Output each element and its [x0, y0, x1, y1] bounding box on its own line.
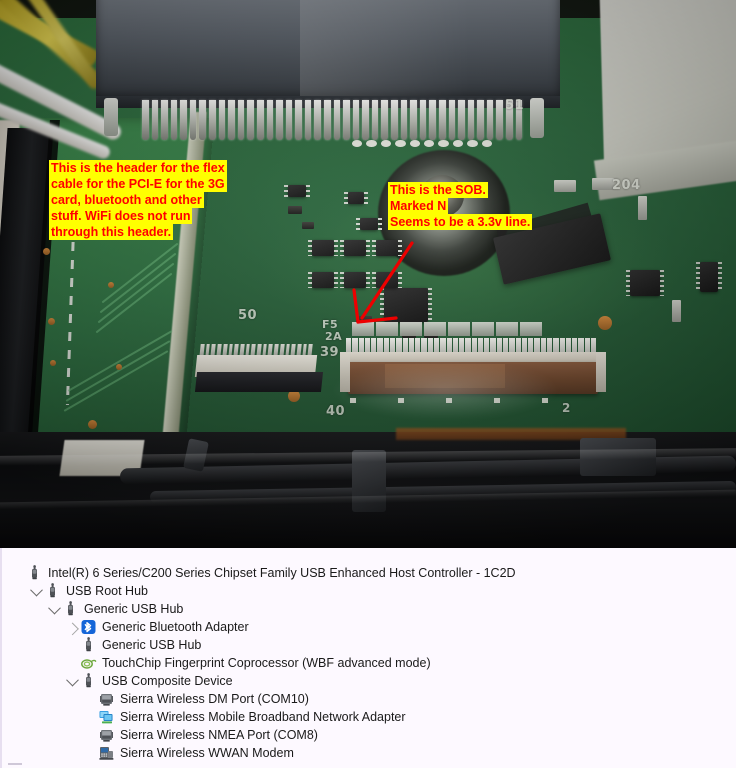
usb-composite-icon — [80, 673, 97, 689]
device-tree-label: TouchChip Fingerprint Coprocessor (WBF a… — [102, 656, 431, 670]
ffc-connector-left-latch — [194, 372, 324, 392]
tree-expander-empty — [82, 709, 98, 725]
device-tree-label: Generic Bluetooth Adapter — [102, 620, 249, 634]
connector-highlight — [300, 0, 470, 98]
pcb-via — [116, 364, 122, 370]
connector-hook — [530, 98, 544, 138]
transistor-chip — [344, 192, 368, 204]
annotation-line: cable for the PCI-E for the 3G — [49, 176, 227, 192]
device-tree-label: Sierra Wireless DM Port (COM10) — [120, 692, 309, 706]
tree-expander-empty — [10, 565, 26, 581]
device-tree-row[interactable]: Sierra Wireless Mobile Broadband Network… — [2, 708, 736, 726]
usb-hub-icon — [44, 583, 61, 599]
connector-hook — [104, 98, 118, 136]
modem-icon — [98, 745, 115, 761]
smd-capacitor — [592, 178, 614, 190]
device-tree-row[interactable]: USB Composite Device — [2, 672, 736, 690]
device-tree-label: USB Composite Device — [102, 674, 233, 688]
device-tree-row[interactable]: Generic USB Hub — [2, 636, 736, 654]
device-tree-label: Generic USB Hub — [102, 638, 202, 652]
silkscreen-label: 39 — [320, 345, 340, 360]
tree-expander-empty — [82, 691, 98, 707]
smd-resistor — [302, 222, 314, 229]
annotation-line: through this header. — [49, 224, 174, 240]
smd-part — [672, 300, 681, 322]
pcb-via-large — [598, 316, 612, 330]
com-port-icon — [98, 691, 115, 707]
device-tree-row[interactable]: USB Root Hub — [2, 582, 736, 600]
smd-part — [638, 196, 647, 220]
usb-hub-icon — [62, 601, 79, 617]
motherboard-photo: 51 50 204 F5 2A 39 40 2 This is the header for … — [0, 0, 736, 548]
device-tree-label: Generic USB Hub — [84, 602, 184, 616]
fingerprint-icon — [80, 655, 97, 671]
ffc-connector-end — [596, 352, 606, 392]
smd-resistor — [288, 206, 302, 214]
pcb-via — [108, 282, 114, 288]
device-tree-label: Sierra Wireless WWAN Modem — [120, 746, 294, 760]
transistor-chip — [356, 218, 382, 230]
chevron-down-icon[interactable] — [46, 601, 62, 617]
tree-expander-empty — [64, 655, 80, 671]
chevron-down-icon[interactable] — [64, 673, 80, 689]
silkscreen-label: 204 — [612, 178, 641, 193]
tree-expander-empty — [82, 727, 98, 743]
annotation-flex-header: This is the header for the flex cable for… — [49, 160, 227, 240]
annotation-line: card, bluetooth and other — [49, 192, 204, 208]
silkscreen-label: 50 — [238, 308, 258, 323]
device-tree-label: Intel(R) 6 Series/C200 Series Chipset Fa… — [48, 566, 516, 580]
transistor-chip — [284, 185, 310, 197]
tree-expander-empty — [82, 745, 98, 761]
device-tree-label: Sierra Wireless Mobile Broadband Network… — [120, 710, 406, 724]
silkscreen-label: 51 — [505, 98, 525, 113]
bluetooth-icon — [80, 619, 97, 635]
usb-controller-icon — [26, 565, 43, 581]
device-tree-row[interactable]: Generic USB Hub — [2, 600, 736, 618]
com-port-icon — [98, 727, 115, 743]
tree-expander-empty — [64, 637, 80, 653]
device-tree-row[interactable]: Sierra Wireless WWAN Modem — [2, 744, 736, 762]
annotation-line: stuff. WiFi does not run — [49, 208, 193, 224]
silkscreen-label: 2 — [562, 401, 571, 415]
chevron-right-icon[interactable] — [64, 619, 80, 635]
device-tree-row[interactable]: Sierra Wireless NMEA Port (COM8) — [2, 726, 736, 744]
device-tree[interactable]: Intel(R) 6 Series/C200 Series Chipset Fa… — [2, 548, 736, 762]
network-adapter-icon — [98, 709, 115, 725]
device-tree-row[interactable]: Generic Bluetooth Adapter — [2, 618, 736, 636]
device-manager-panel: Intel(R) 6 Series/C200 Series Chipset Fa… — [0, 548, 736, 768]
device-tree-row[interactable]: TouchChip Fingerprint Coprocessor (WBF a… — [2, 654, 736, 672]
annotation-line: Seems to be a 3.3v line. — [388, 214, 533, 230]
device-tree-row[interactable]: Intel(R) 6 Series/C200 Series Chipset Fa… — [2, 564, 736, 582]
solder-pad-row — [352, 140, 493, 147]
screenshot-root: 51 50 204 F5 2A 39 40 2 This is the header for … — [0, 0, 736, 768]
connector-pin-row — [142, 100, 523, 140]
lens-glare — [330, 360, 560, 420]
silkscreen-label: 40 — [326, 404, 346, 419]
annotation-line: This is the SOB. — [388, 182, 488, 198]
smd-capacitor — [554, 180, 576, 192]
annotation-sob: This is the SOB. Marked N Seems to be a 3.… — [388, 182, 533, 230]
red-arrow-to-fuse — [352, 241, 414, 324]
pcb-via — [48, 318, 55, 325]
device-tree-label: USB Root Hub — [66, 584, 148, 598]
soic-chip — [696, 262, 722, 292]
device-tree-row[interactable]: Sierra Wireless DM Port (COM10) — [2, 690, 736, 708]
device-tree-label: Sierra Wireless NMEA Port (COM8) — [120, 728, 318, 742]
panel-bottom-marker — [8, 763, 22, 765]
usb-hub-icon — [80, 637, 97, 653]
chevron-down-icon[interactable] — [28, 583, 44, 599]
pcb-via — [50, 360, 56, 366]
annotation-line: Marked N — [388, 198, 449, 214]
pcb-via — [88, 420, 97, 429]
soic-chip — [626, 270, 664, 296]
pcb-via — [43, 248, 50, 255]
annotation-line: This is the header for the flex — [49, 160, 227, 176]
